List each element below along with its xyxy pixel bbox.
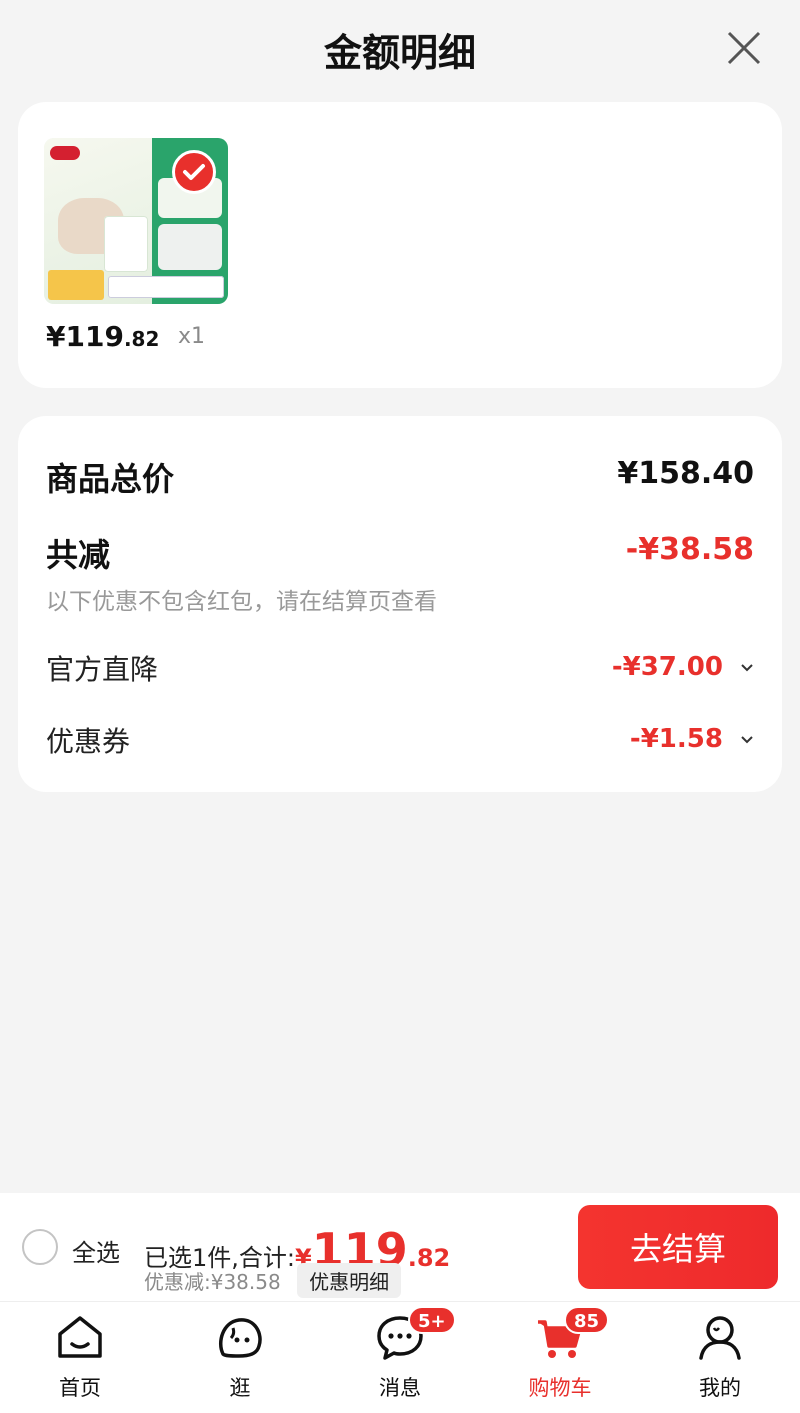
- select-all-label[interactable]: 全选: [72, 1233, 120, 1268]
- reduce-value: -¥38.58: [625, 532, 754, 567]
- close-icon: [727, 31, 761, 65]
- close-button[interactable]: [724, 28, 764, 68]
- discount-amount: -¥37.00: [611, 652, 723, 682]
- size-strip: [108, 276, 224, 298]
- product-quantity: x1: [178, 324, 206, 349]
- total-decimal: .82: [407, 1244, 451, 1272]
- tab-label: 我的: [699, 1376, 741, 1400]
- tab-messages[interactable]: 5+ 消息: [320, 1302, 480, 1413]
- reduce-row: 共减 -¥38.58: [46, 530, 754, 576]
- tab-profile[interactable]: 我的: [640, 1302, 800, 1413]
- price-integer: ¥119: [46, 320, 124, 353]
- profile-icon: [699, 1316, 741, 1360]
- chevron-down-icon: [741, 735, 753, 743]
- message-badge: 5+: [408, 1306, 456, 1334]
- brand-logo: [50, 146, 80, 160]
- selected-check-icon[interactable]: [172, 150, 216, 194]
- browse-icon: [218, 1318, 262, 1358]
- discount-detail-button[interactable]: 优惠明细: [297, 1263, 402, 1298]
- total-value: ¥158.40: [617, 456, 754, 491]
- bottom-tab-bar: 首页 逛 5+ 消息 85 购物车 我的: [0, 1301, 800, 1413]
- tab-label: 逛: [229, 1376, 251, 1400]
- tab-label: 消息: [379, 1376, 421, 1400]
- chevron-down-icon: [741, 663, 753, 671]
- discount-amount: -¥1.58: [629, 724, 723, 754]
- promo-tag: [48, 270, 104, 300]
- discount-text: 优惠减:¥38.58: [144, 1270, 281, 1294]
- discount-row-official[interactable]: 官方直降 -¥37.00: [46, 648, 754, 688]
- price-decimal: .82: [123, 327, 160, 351]
- tab-cart[interactable]: 85 购物车: [480, 1302, 640, 1413]
- discount-row-coupon[interactable]: 优惠券 -¥1.58: [46, 720, 754, 760]
- side-pane: [158, 224, 222, 270]
- tab-label: 首页: [59, 1376, 101, 1400]
- reduce-note: 以下优惠不包含红包，请在结算页查看: [46, 589, 437, 615]
- product-price: ¥119.82: [46, 320, 159, 353]
- cart-badge: 85: [564, 1306, 610, 1334]
- checkout-bar: 全选 已选1件,合计:¥119.82 优惠减:¥38.58 优惠明细 去结算: [0, 1193, 800, 1301]
- discount-summary: 优惠减:¥38.58 优惠明细: [144, 1263, 402, 1298]
- tab-browse[interactable]: 逛: [160, 1302, 320, 1413]
- total-row: 商品总价 ¥158.40: [46, 454, 754, 500]
- reduce-note-row: 以下优惠不包含红包，请在结算页查看: [46, 582, 754, 616]
- product-card: ¥119.82 x1: [18, 102, 782, 388]
- discount-value: -¥37.00: [612, 652, 754, 682]
- select-all-radio[interactable]: [22, 1229, 58, 1265]
- checkout-button[interactable]: 去结算: [578, 1205, 778, 1289]
- tab-label: 购物车: [528, 1376, 592, 1400]
- tab-home[interactable]: 首页: [0, 1302, 160, 1413]
- price-breakdown-card: 商品总价 ¥158.40 共减 -¥38.58 以下优惠不包含红包，请在结算页查…: [18, 416, 782, 792]
- home-icon: [58, 1316, 102, 1358]
- page-title: 金额明细: [323, 31, 476, 75]
- pack-image: [104, 216, 148, 272]
- discount-value: -¥1.58: [630, 724, 754, 754]
- header: 金额明细: [0, 0, 800, 100]
